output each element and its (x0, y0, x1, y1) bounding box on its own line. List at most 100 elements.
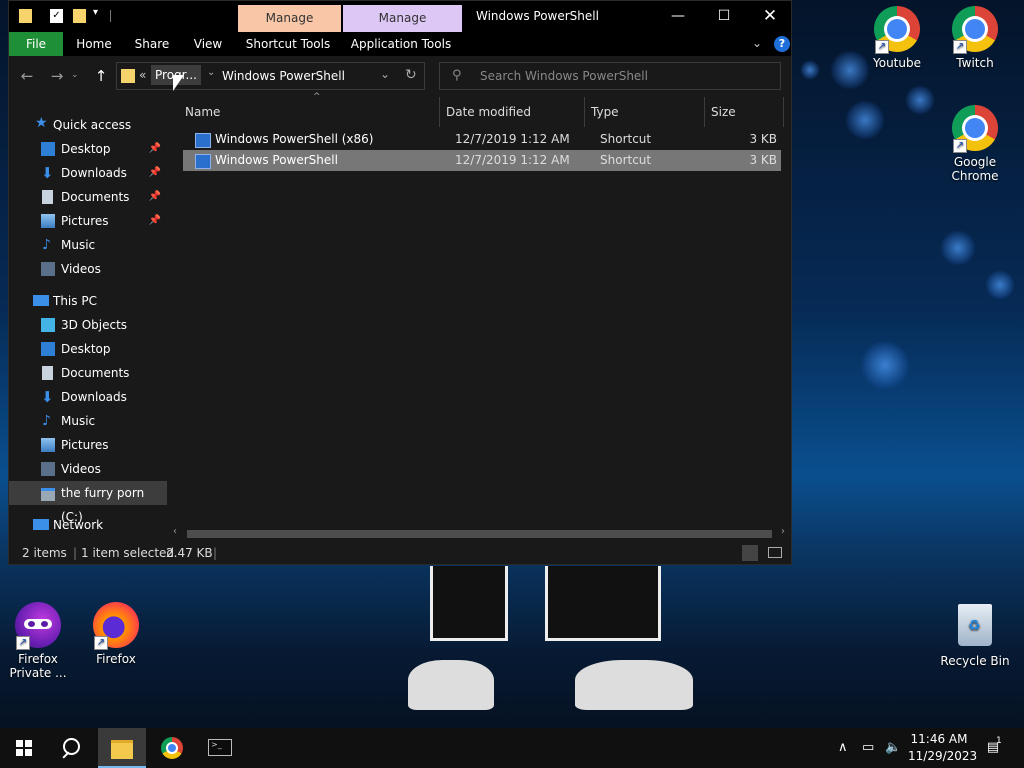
column-header-date[interactable]: Date modified (446, 102, 531, 122)
column-separator[interactable] (439, 97, 440, 127)
sidebar-item-pictures[interactable]: Pictures 📌 (9, 209, 167, 233)
3d-objects-icon (41, 318, 55, 332)
firefox-icon: ↗ (92, 602, 140, 650)
sidebar-item-pc-downloads[interactable]: ⬇ Downloads (9, 385, 167, 409)
column-header-size[interactable]: Size (711, 102, 736, 122)
sidebar-item-pc-desktop[interactable]: Desktop (9, 337, 167, 361)
search-icon-handle (62, 751, 70, 759)
breadcrumb-dropdown-icon[interactable]: ⌄ (207, 67, 215, 78)
music-icon: ♪ (42, 413, 51, 429)
search-button[interactable] (48, 728, 96, 768)
column-header-name[interactable]: Name (185, 102, 220, 122)
breadcrumb-collapsed[interactable]: « (139, 68, 146, 82)
documents-icon (42, 366, 53, 380)
desktop-icon-recycle-bin[interactable]: ♻ Recycle Bin (937, 602, 1013, 668)
pin-icon: 📌 (148, 143, 161, 154)
minimize-button[interactable]: — (655, 1, 701, 32)
horizontal-scrollbar[interactable]: ‹ › (167, 526, 791, 542)
table-row[interactable]: Windows PowerShell 12/7/2019 1:12 AM Sho… (183, 150, 781, 171)
sidebar-item-downloads[interactable]: ⬇ Downloads 📌 (9, 161, 167, 185)
search-box[interactable]: ⚲ Search Windows PowerShell (439, 62, 781, 90)
desktop-icon-firefox[interactable]: ↗ Firefox (78, 602, 154, 666)
start-button[interactable] (0, 728, 48, 768)
star-icon: ★ (35, 115, 48, 131)
properties-icon[interactable]: ✓ (50, 9, 63, 23)
desktop-icon-twitch[interactable]: ↗ Twitch (937, 6, 1013, 70)
large-icons-view-button[interactable] (768, 547, 782, 558)
sidebar-item-videos[interactable]: Videos (9, 257, 167, 281)
taskbar: >_ ∧ ▭ 🔈 11:46 AM 11/29/2023 ▤ 1 (0, 728, 1024, 768)
tab-file[interactable]: File (9, 32, 63, 56)
taskbar-chrome[interactable] (148, 728, 196, 768)
sidebar-item-local-disk[interactable]: the furry porn (C:) (9, 481, 167, 524)
sidebar-item-3d-objects[interactable]: 3D Objects (9, 313, 167, 337)
this-pc-icon (33, 295, 49, 306)
maximize-button[interactable]: ☐ (701, 1, 747, 32)
breadcrumb-current[interactable]: Windows PowerShell (222, 69, 345, 83)
forward-button[interactable]: → (47, 66, 67, 86)
desktop-icon-youtube[interactable]: ↗ Youtube (859, 6, 935, 70)
sidebar-item-pc-pictures[interactable]: Pictures (9, 433, 167, 457)
expand-ribbon-icon[interactable]: ⌄ (752, 36, 762, 50)
tab-view[interactable]: View (185, 32, 231, 56)
folder-icon (19, 9, 32, 23)
pictures-icon (41, 214, 55, 228)
desktop-icon-label: Recycle Bin (940, 654, 1010, 668)
tab-shortcut-tools[interactable]: Shortcut Tools (241, 32, 335, 56)
help-icon[interactable]: ? (774, 36, 790, 52)
column-separator[interactable] (584, 97, 585, 127)
table-row[interactable]: Windows PowerShell (x86) 12/7/2019 1:12 … (183, 129, 781, 150)
terminal-icon: >_ (208, 739, 232, 756)
column-separator[interactable] (783, 97, 784, 127)
status-divider: | (73, 546, 78, 560)
search-input[interactable]: Search Windows PowerShell (480, 69, 648, 83)
qat-dropdown-icon[interactable]: ▾ (93, 7, 98, 18)
show-hidden-icons-button[interactable]: ∧ (838, 728, 848, 768)
tab-application-tools[interactable]: Application Tools (345, 32, 457, 56)
close-button[interactable]: ✕ (747, 1, 793, 32)
sidebar-item-network[interactable]: Network (9, 513, 167, 537)
address-history-icon[interactable]: ⌄ (380, 67, 390, 81)
desktop-icon-label: Youtube (873, 56, 921, 70)
taskbar-file-explorer[interactable] (98, 728, 146, 768)
tab-home[interactable]: Home (71, 32, 117, 56)
taskbar-terminal[interactable]: >_ (196, 728, 244, 768)
sidebar-item-pc-documents[interactable]: Documents (9, 361, 167, 385)
sidebar-item-pc-music[interactable]: ♪ Music (9, 409, 167, 433)
details-view-button[interactable] (742, 545, 758, 561)
network-tray-icon[interactable]: ▭ (862, 728, 874, 768)
up-button[interactable]: ↑ (91, 66, 111, 86)
sidebar-item-this-pc[interactable]: This PC (9, 289, 167, 313)
windows-icon (16, 740, 32, 756)
scroll-left-icon[interactable]: ‹ (173, 526, 177, 537)
pin-icon: 📌 (148, 215, 161, 226)
tab-manage-shortcut-tools[interactable]: Manage (238, 5, 341, 32)
sidebar-item-desktop[interactable]: Desktop 📌 (9, 137, 167, 161)
new-folder-icon[interactable] (73, 9, 86, 23)
desktop-icon-google-chrome[interactable]: ↗ Google Chrome (937, 105, 1013, 183)
sidebar-item-music[interactable]: ♪ Music (9, 233, 167, 257)
scroll-thumb[interactable] (187, 530, 772, 538)
volume-muted-icon[interactable]: 🔈 (885, 728, 901, 768)
taskbar-clock[interactable]: 11:46 AM 11/29/2023 (908, 731, 977, 765)
recent-locations-icon[interactable]: ⌄ (71, 70, 79, 80)
address-bar[interactable]: « Progr... ⌄ Windows PowerShell ⌄ ↻ (116, 62, 425, 90)
sidebar-item-pc-videos[interactable]: Videos (9, 457, 167, 481)
chrome-icon-center (168, 744, 176, 752)
refresh-icon[interactable]: ↻ (405, 67, 417, 83)
desktop-icon-firefox-private[interactable]: ↗ Firefox Private ... (0, 602, 76, 680)
tab-share[interactable]: Share (129, 32, 175, 56)
sidebar-item-documents[interactable]: Documents 📌 (9, 185, 167, 209)
status-size: 2.47 KB (166, 546, 213, 560)
sidebar-item-quick-access[interactable]: ★ Quick access (9, 113, 167, 137)
scroll-right-icon[interactable]: › (781, 526, 785, 537)
tab-manage-application-tools[interactable]: Manage (343, 5, 462, 32)
action-center-button[interactable]: ▤ 1 (982, 728, 1004, 768)
chrome-icon: ↗ (951, 105, 999, 153)
firefox-private-icon: ↗ (14, 602, 62, 650)
column-separator[interactable] (704, 97, 705, 127)
folder-icon (121, 69, 135, 83)
desktop-icon-label: Firefox Private ... (9, 652, 67, 680)
column-header-type[interactable]: Type (591, 102, 619, 122)
back-button[interactable]: ← (17, 66, 37, 86)
